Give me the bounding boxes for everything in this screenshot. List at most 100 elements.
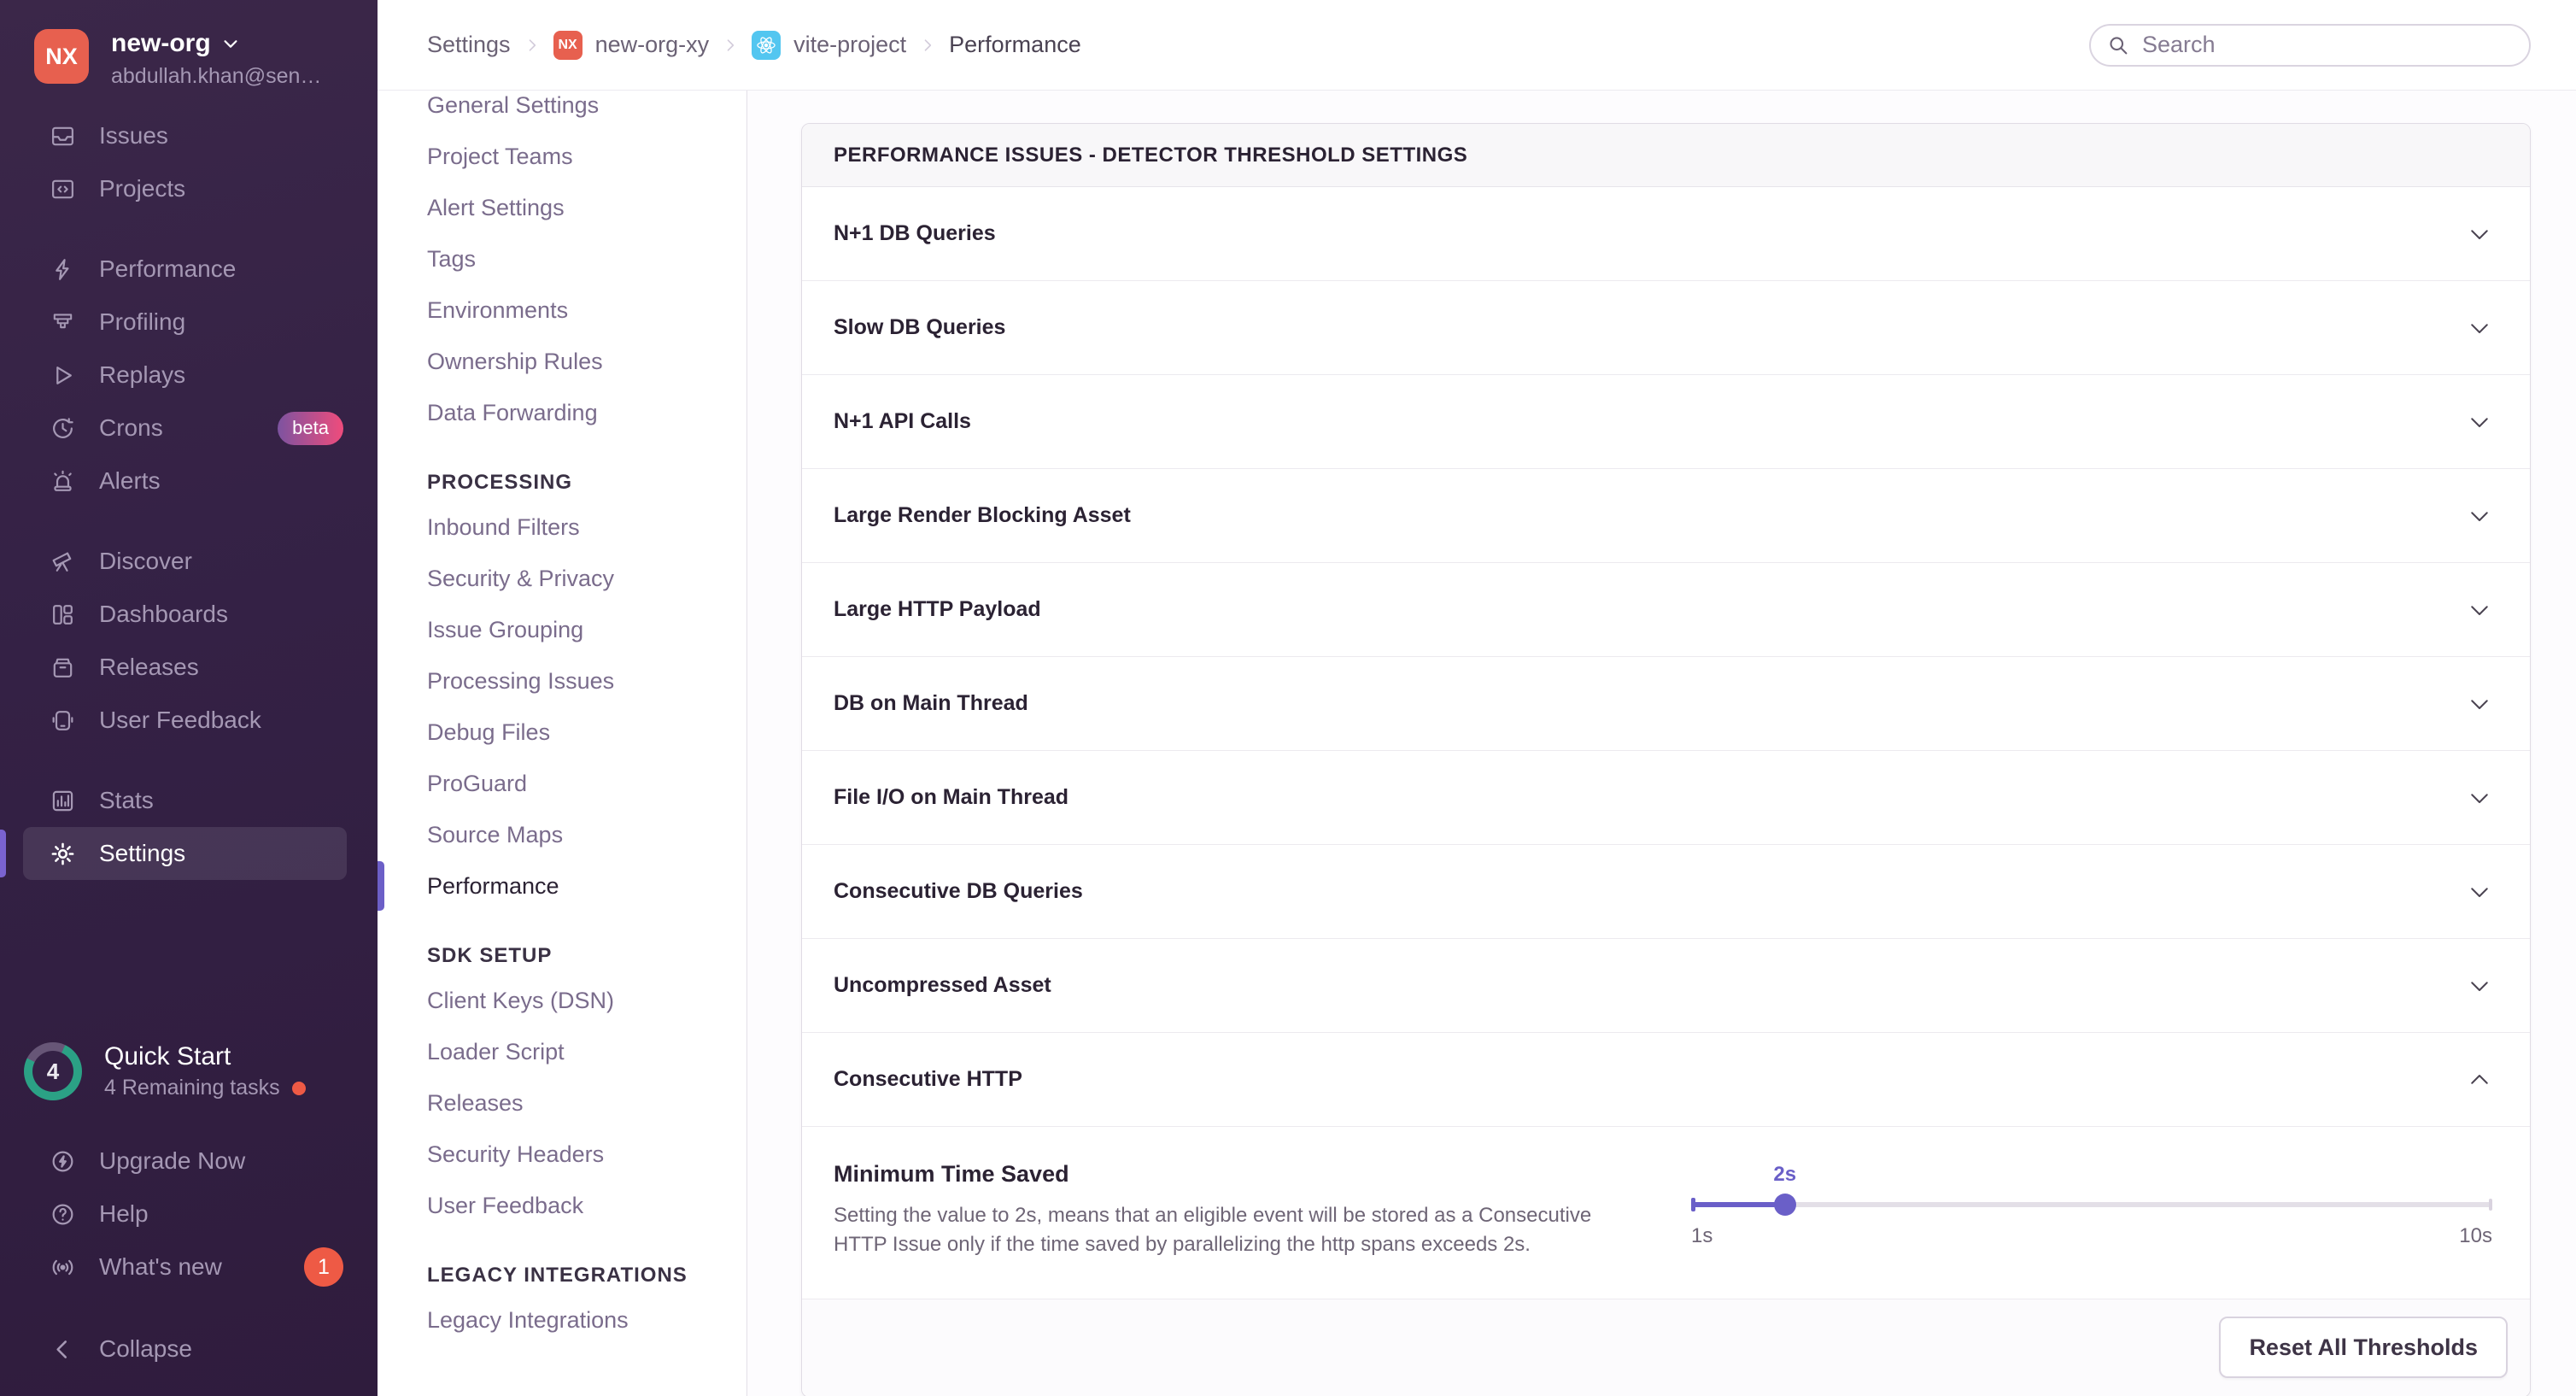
- sidebar-item-crons[interactable]: Cronsbeta: [0, 402, 378, 455]
- slider-track[interactable]: [1691, 1194, 2492, 1216]
- panel-title: PERFORMANCE ISSUES - DETECTOR THRESHOLD …: [802, 124, 2530, 187]
- user-feedback-icon: [50, 707, 76, 734]
- chevron-down-icon: [2467, 503, 2492, 529]
- settings-nav-item-client-keys-dsn[interactable]: Client Keys (DSN): [427, 975, 746, 1026]
- settings-nav-section-title-sdk-setup: SDK SETUP: [427, 944, 746, 968]
- projects-icon: [50, 176, 76, 202]
- sidebar-item-profiling[interactable]: Profiling: [0, 296, 378, 349]
- settings-nav-section: General SettingsProject TeamsAlert Setti…: [427, 79, 746, 438]
- sidebar-item-stats[interactable]: Stats: [0, 774, 378, 827]
- settings-nav-item-environments[interactable]: Environments: [427, 284, 746, 336]
- settings-nav-item-security-headers[interactable]: Security Headers: [427, 1129, 746, 1180]
- sidebar-nav-group: IssuesProjects: [0, 109, 378, 215]
- breadcrumb-performance[interactable]: Performance: [949, 32, 1081, 58]
- pending-tasks-dot: [292, 1082, 306, 1095]
- settings-nav-item-performance[interactable]: Performance: [427, 860, 746, 912]
- app-root: NX new-org abdullah.khan@sen… IssuesProj…: [0, 0, 2576, 1396]
- sidebar-item-alerts[interactable]: Alerts: [0, 455, 378, 507]
- settings-nav-item-debug-files[interactable]: Debug Files: [427, 707, 746, 758]
- sidebar-item-help[interactable]: Help: [0, 1188, 378, 1241]
- sidebar-item-issues[interactable]: Issues: [0, 109, 378, 162]
- detector-row-consecutive-http[interactable]: Consecutive HTTP: [802, 1033, 2530, 1127]
- settings-nav-item-alert-settings[interactable]: Alert Settings: [427, 182, 746, 233]
- detector-row-n-1-api-calls[interactable]: N+1 API Calls: [802, 375, 2530, 469]
- sidebar-item-performance[interactable]: Performance: [0, 243, 378, 296]
- sidebar-item-releases[interactable]: Releases: [0, 641, 378, 694]
- settings-nav-item-releases[interactable]: Releases: [427, 1077, 746, 1129]
- settings-nav-item-project-teams[interactable]: Project Teams: [427, 131, 746, 182]
- main-column: Settings NX new-org-xy vite-project Performa…: [378, 0, 2576, 1396]
- react-project-icon: [752, 31, 781, 60]
- dashboards-icon: [50, 601, 76, 628]
- panel-footer: Reset All Thresholds: [802, 1299, 2530, 1396]
- slider-thumb[interactable]: [1774, 1194, 1796, 1216]
- discover-icon: [50, 548, 76, 575]
- chevron-down-icon: [221, 34, 240, 53]
- threshold-setting-label: Minimum Time Saved: [834, 1161, 1632, 1188]
- search-box[interactable]: [2089, 24, 2531, 67]
- settings-nav-item-security-privacy[interactable]: Security & Privacy: [427, 553, 746, 604]
- top-header: Settings NX new-org-xy vite-project Performa…: [378, 0, 2576, 91]
- sidebar: NX new-org abdullah.khan@sen… IssuesProj…: [0, 0, 378, 1396]
- settings-nav-item-user-feedback[interactable]: User Feedback: [427, 1180, 746, 1231]
- threshold-setting-description: Setting the value to 2s, means that an e…: [834, 1201, 1632, 1259]
- detector-row-file-i-o-on-main-thread[interactable]: File I/O on Main Thread: [802, 751, 2530, 845]
- beta-badge: beta: [278, 412, 343, 445]
- profiling-icon: [50, 309, 76, 336]
- detector-row-slow-db-queries[interactable]: Slow DB Queries: [802, 281, 2530, 375]
- chevron-down-icon: [2467, 785, 2492, 811]
- settings-nav-item-loader-script[interactable]: Loader Script: [427, 1026, 746, 1077]
- org-name: new-org: [111, 29, 211, 58]
- settings-nav-item-general-settings[interactable]: General Settings: [427, 79, 746, 131]
- replays-icon: [50, 362, 76, 389]
- collapse-button[interactable]: Collapse: [0, 1323, 378, 1375]
- sidebar-nav-group: StatsSettings: [0, 774, 378, 880]
- detector-row-large-http-payload[interactable]: Large HTTP Payload: [802, 563, 2530, 657]
- quick-start-title: Quick Start: [104, 1042, 306, 1071]
- issues-icon: [50, 123, 76, 150]
- content-area: PERFORMANCE ISSUES - DETECTOR THRESHOLD …: [747, 91, 2576, 1396]
- breadcrumb-new-org-xy[interactable]: new-org-xy: [595, 32, 710, 58]
- detector-row-db-on-main-thread[interactable]: DB on Main Thread: [802, 657, 2530, 751]
- stats-icon: [50, 788, 76, 814]
- settings-nav-item-source-maps[interactable]: Source Maps: [427, 809, 746, 860]
- settings-nav-item-issue-grouping[interactable]: Issue Grouping: [427, 604, 746, 655]
- org-switcher[interactable]: NX new-org abdullah.khan@sen…: [34, 29, 354, 89]
- settings-nav-item-ownership-rules[interactable]: Ownership Rules: [427, 336, 746, 387]
- detector-rows: N+1 DB QueriesSlow DB QueriesN+1 API Cal…: [802, 187, 2530, 1127]
- breadcrumb-settings[interactable]: Settings: [427, 32, 511, 58]
- settings-nav-section: LEGACY INTEGRATIONSLegacy Integrations: [427, 1264, 746, 1346]
- sidebar-item-discover[interactable]: Discover: [0, 535, 378, 588]
- breadcrumb-vite-project[interactable]: vite-project: [793, 32, 906, 58]
- chevron-left-icon: [50, 1336, 76, 1363]
- quick-start[interactable]: 4 Quick Start 4 Remaining tasks: [24, 1042, 354, 1100]
- detector-row-large-render-blocking-asset[interactable]: Large Render Blocking Asset: [802, 469, 2530, 563]
- settings-nav-item-proguard[interactable]: ProGuard: [427, 758, 746, 809]
- sidebar-item-settings[interactable]: Settings: [23, 827, 347, 880]
- sidebar-item-projects[interactable]: Projects: [0, 162, 378, 215]
- sidebar-item-user-feedback[interactable]: User Feedback: [0, 694, 378, 747]
- org-badge: NX: [553, 31, 583, 60]
- primary-nav: IssuesProjects PerformanceProfilingReplay…: [0, 89, 378, 880]
- settings-nav-item-legacy-integrations[interactable]: Legacy Integrations: [427, 1294, 746, 1346]
- search-input[interactable]: [2142, 32, 2514, 58]
- sidebar-nav-group: DiscoverDashboardsReleasesUser Feedback: [0, 535, 378, 747]
- chevron-down-icon: [2467, 597, 2492, 623]
- detector-row-uncompressed-asset[interactable]: Uncompressed Asset: [802, 939, 2530, 1033]
- sidebar-item-dashboards[interactable]: Dashboards: [0, 588, 378, 641]
- sidebar-item-upgrade-now[interactable]: Upgrade Now: [0, 1135, 378, 1188]
- settings-nav-item-data-forwarding[interactable]: Data Forwarding: [427, 387, 746, 438]
- settings-nav-item-tags[interactable]: Tags: [427, 233, 746, 284]
- chevron-down-icon: [2467, 879, 2492, 905]
- reset-all-thresholds-button[interactable]: Reset All Thresholds: [2219, 1317, 2508, 1378]
- settings-nav-item-inbound-filters[interactable]: Inbound Filters: [427, 502, 746, 553]
- settings-nav-item-processing-issues[interactable]: Processing Issues: [427, 655, 746, 707]
- settings-nav: General SettingsProject TeamsAlert Setti…: [378, 91, 747, 1396]
- detector-row-n-1-db-queries[interactable]: N+1 DB Queries: [802, 187, 2530, 281]
- sidebar-footer-nav: Upgrade NowHelpWhat's new1: [0, 1135, 378, 1293]
- detector-row-consecutive-db-queries[interactable]: Consecutive DB Queries: [802, 845, 2530, 939]
- help-icon: [50, 1201, 76, 1228]
- sidebar-item-what-s-new[interactable]: What's new1: [0, 1241, 378, 1293]
- sidebar-item-replays[interactable]: Replays: [0, 349, 378, 402]
- settings-nav-section: SDK SETUP Client Keys (DSN)Loader ScriptR…: [427, 944, 746, 1231]
